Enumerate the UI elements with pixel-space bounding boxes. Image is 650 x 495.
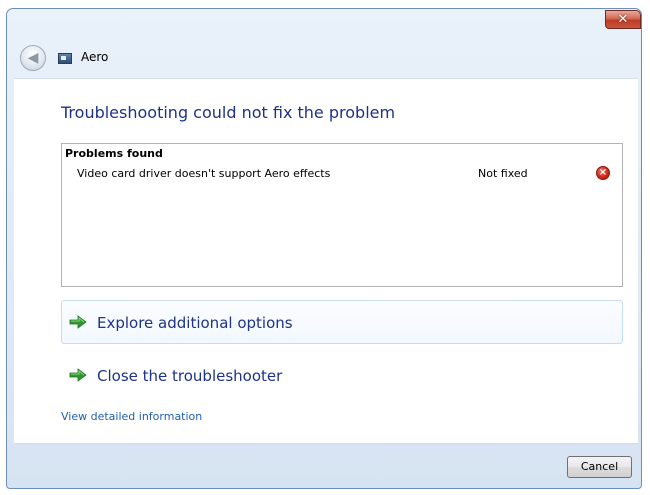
green-arrow-icon xyxy=(69,315,87,329)
window-title: Aero xyxy=(81,50,109,64)
close-troubleshooter-link[interactable]: Close the troubleshooter xyxy=(61,353,623,397)
view-detailed-information-link[interactable]: View detailed information xyxy=(61,410,202,423)
problem-description: Video card driver doesn't support Aero e… xyxy=(77,167,331,180)
page-title: Troubleshooting could not fix the proble… xyxy=(61,103,396,122)
footer-divider xyxy=(14,443,638,444)
problems-list: Problems found Video card driver doesn't… xyxy=(61,143,623,287)
explore-additional-options-link[interactable]: Explore additional options xyxy=(61,300,623,344)
close-button[interactable]: ✕ xyxy=(605,10,641,29)
back-button[interactable]: ◀ xyxy=(20,45,46,71)
cancel-button[interactable]: Cancel xyxy=(567,456,632,478)
back-arrow-icon: ◀ xyxy=(27,50,39,66)
error-icon: × xyxy=(596,166,610,180)
green-arrow-icon xyxy=(69,368,87,382)
option-label: Explore additional options xyxy=(97,314,293,332)
problems-header: Problems found xyxy=(65,147,163,160)
option-label: Close the troubleshooter xyxy=(97,367,283,385)
problem-status: Not fixed xyxy=(478,167,528,180)
content-panel: Troubleshooting could not fix the proble… xyxy=(14,78,638,444)
list-item[interactable]: Video card driver doesn't support Aero e… xyxy=(62,164,622,186)
close-icon: ✕ xyxy=(617,12,629,27)
app-icon xyxy=(58,53,72,64)
